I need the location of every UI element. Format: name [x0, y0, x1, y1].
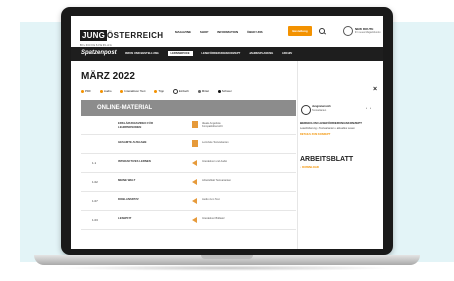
nav-item-information[interactable]: INFORMATION	[217, 30, 238, 34]
filter-interactive-label: Interaktiver Text	[124, 89, 146, 94]
publisher-sub: Textvarianten	[312, 109, 327, 112]
sub-brand[interactable]: Spatzenpost	[81, 50, 117, 56]
document-icon[interactable]	[192, 140, 198, 147]
logo-text: ÖSTERREICH	[107, 31, 164, 40]
sub-nav: Spatzenpost INFOS UND BESTELLUNG LERNSER…	[71, 47, 383, 61]
row-label: Interaktiver Bildsatz	[202, 217, 225, 220]
pdf-icon	[81, 90, 84, 93]
tab-infos[interactable]: INFOS UND BESTELLUNG	[125, 52, 159, 55]
audio-icon[interactable]	[192, 160, 197, 166]
user-subtitle: Ihr neues Magazinkonto	[355, 31, 381, 34]
panel-details-link[interactable]: DETAILS ZUM KONZEPT	[300, 133, 330, 136]
list-item[interactable]: 1.02 MEINE WELT Arbeitsblatt Textvarianten	[81, 174, 296, 192]
list-item[interactable]: 1.03 LESEPFIT Interaktiver Bildsatz	[81, 212, 296, 230]
tab-jahresplanung[interactable]: JAHRESPLANUNG	[249, 52, 273, 55]
filter-mittel-label: Mittel	[201, 89, 209, 94]
tab-lernservice[interactable]: LERNSERVICE	[167, 51, 193, 56]
filter-audio-label: Audio	[103, 89, 112, 94]
filter-schwer[interactable]: Schwer	[217, 89, 236, 94]
panel-subtitle: Leseförderung • Textvarianten • aktuelle…	[300, 127, 355, 130]
filter-audio[interactable]: Audio	[99, 89, 116, 94]
row-number: 1.03	[92, 218, 98, 222]
laptop-shadow	[60, 265, 394, 271]
list-item[interactable]: GESAMTE AUSGABE Lernziele Textvarianten	[81, 136, 296, 154]
logo-box: JUNG	[80, 30, 108, 41]
nav-item-magazine[interactable]: MAGAZINE	[175, 30, 191, 34]
document-icon[interactable]	[192, 121, 198, 128]
filter-pdf[interactable]: PDF	[81, 89, 95, 93]
filter-tipp-label: Tipp	[158, 89, 165, 94]
close-icon[interactable]: ×	[373, 86, 377, 93]
section-head: ONLINE-MATERIAL	[81, 100, 296, 116]
detail-panel: × Jungösterreich Textvarianten • • BEREI…	[297, 61, 383, 249]
sub-tabs: INFOS UND BESTELLUNG LERNSERVICE LESEFÖR…	[125, 51, 300, 56]
row-number: 1.1	[92, 161, 97, 165]
site-logo[interactable]: JUNG ÖSTERREICH BILDUNGSVERLAG	[80, 25, 163, 47]
row-title[interactable]: GESAMTE AUSGABE	[118, 140, 176, 145]
main-nav: MAGAZINE SHOP INFORMATION ÜBER UNS	[175, 30, 271, 34]
tipp-icon	[154, 90, 158, 93]
user-avatar-icon	[343, 26, 353, 36]
row-number: 1.02	[92, 180, 98, 184]
nav-item-about[interactable]: ÜBER UNS	[247, 30, 263, 34]
row-title[interactable]: DOBLANSPATZ	[118, 197, 176, 202]
audio-icon	[99, 90, 103, 93]
more-icon[interactable]: • •	[366, 106, 372, 110]
filter-tipp[interactable]: Tipp	[154, 89, 168, 93]
bestellung-button[interactable]: Bestellung	[288, 26, 312, 36]
nav-item-shop[interactable]: SHOP	[200, 30, 209, 34]
top-bar: JUNG ÖSTERREICH BILDUNGSVERLAG MAGAZINE S…	[71, 16, 383, 48]
download-link[interactable]: ↓ DOWNLOAD	[300, 165, 319, 169]
mittel-icon	[197, 90, 201, 93]
row-label: Ideale Angebote Kompaktübersicht	[202, 122, 223, 129]
panel-section: BEREICH IM LESEFÖRDERUNGSKONZEPT	[300, 121, 363, 125]
filter-einfach[interactable]: Einfach	[172, 89, 193, 94]
filter-pdf-label: PDF	[85, 89, 91, 94]
row-title[interactable]: LESEPFIT	[118, 216, 176, 221]
publisher-name: Jungösterreich	[312, 105, 331, 108]
row-label: Arbeitsblatt Textvarianten	[202, 179, 232, 182]
audio-icon[interactable]	[192, 198, 197, 204]
audio-icon[interactable]	[192, 179, 197, 185]
filter-schwer-label: Schwer	[221, 89, 232, 94]
einfach-icon	[172, 89, 178, 94]
search-icon[interactable]	[319, 28, 325, 34]
publisher-logo-icon	[301, 105, 311, 115]
interactive-icon	[120, 90, 124, 93]
row-label: Lernziele Textvarianten	[202, 141, 229, 144]
audio-icon[interactable]	[192, 217, 197, 223]
row-title[interactable]: INTERAKTIVES LERNEN	[118, 159, 176, 164]
tab-lesefoerderung[interactable]: LESEFÖRDERUNGSKONZEPT	[201, 52, 240, 55]
filter-bar: PDF Audio Interaktiver Text Tipp Einfach…	[81, 89, 240, 94]
filter-einfach-label: Einfach	[178, 89, 189, 94]
page-title: MÄRZ 2022	[81, 71, 135, 82]
row-label: Audio zum Text	[202, 198, 220, 201]
filter-interactive[interactable]: Interaktiver Text	[120, 89, 149, 93]
list-item[interactable]: 1.1 INTERAKTIVES LERNEN Interaktiver und A…	[81, 155, 296, 173]
filter-mittel[interactable]: Mittel	[197, 89, 213, 94]
laptop-screen: JUNG ÖSTERREICH BILDUNGSVERLAG MAGAZINE S…	[71, 16, 383, 249]
list-item[interactable]: 1.07 DOBLANSPATZ Audio zum Text	[81, 193, 296, 211]
row-title[interactable]: ERKLÄRUNGSVIDEO FÜR LEHRPERSONEN	[118, 121, 176, 129]
laptop-notch	[201, 255, 253, 259]
tab-archiv[interactable]: ARCHIV	[282, 52, 292, 55]
schwer-icon	[217, 90, 221, 93]
list-item[interactable]: ERKLÄRUNGSVIDEO FÜR LEHRPERSONEN Ideale A…	[81, 117, 296, 135]
row-number: 1.07	[92, 199, 98, 203]
panel-publisher: Jungösterreich Textvarianten • •	[300, 105, 383, 118]
row-title[interactable]: MEINE WELT	[118, 178, 176, 183]
worksheet-title: ARBEITSBLATT	[300, 156, 354, 163]
row-label: Interaktiver und Audio	[202, 160, 228, 163]
